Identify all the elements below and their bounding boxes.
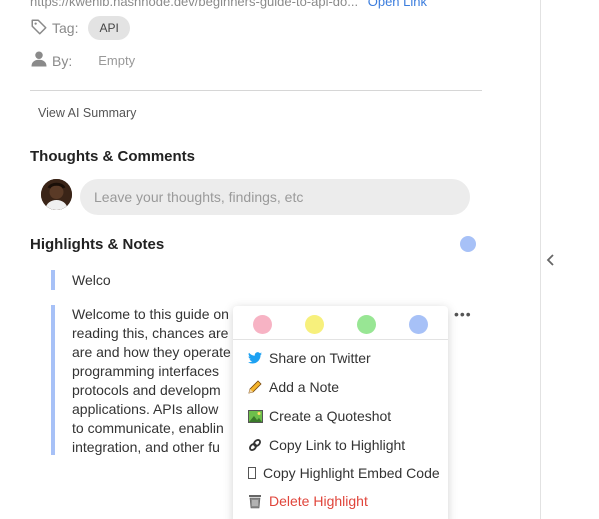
- share-on-twitter-item[interactable]: Share on Twitter: [247, 350, 371, 366]
- highlight-color-dot[interactable]: [460, 236, 476, 252]
- image-icon: [247, 408, 263, 424]
- highlight-line: programming interfaces: [72, 363, 220, 379]
- color-picker: [233, 306, 448, 340]
- tag-label: Tag:: [52, 20, 79, 36]
- open-link[interactable]: Open Link: [368, 0, 427, 9]
- delete-highlight-label: Delete Highlight: [269, 493, 368, 509]
- highlight-text[interactable]: Welco: [72, 272, 111, 288]
- highlights-title: Highlights & Notes: [30, 236, 165, 253]
- twitter-icon: [247, 350, 263, 366]
- highlight-line: to communicate, enablin: [72, 420, 224, 436]
- trash-icon: [247, 493, 263, 509]
- view-ai-summary-button[interactable]: View AI Summary: [38, 106, 136, 120]
- color-option-yellow[interactable]: [305, 315, 324, 334]
- link-icon: [247, 437, 263, 453]
- more-options-icon[interactable]: •••: [454, 306, 472, 322]
- comment-input[interactable]: [80, 179, 470, 215]
- thoughts-title: Thoughts & Comments: [30, 148, 195, 165]
- copy-embed-code-item[interactable]: Copy Highlight Embed Code: [247, 465, 440, 481]
- highlight-line: applications. APIs allow: [72, 401, 219, 417]
- tag-icon: [30, 18, 48, 39]
- pencil-icon: [247, 379, 263, 395]
- highlight-bar: [51, 270, 55, 290]
- user-icon: [30, 50, 48, 71]
- panel-divider: [540, 0, 541, 519]
- delete-highlight-item[interactable]: Delete Highlight: [247, 493, 368, 509]
- article-url-row: https://kwehib.hashnode.dev/beginners-gu…: [30, 0, 427, 9]
- create-quoteshot-label: Create a Quoteshot: [269, 408, 392, 424]
- highlight-context-menu: Share on Twitter Add a Note Create a Quo…: [233, 306, 448, 519]
- create-quoteshot-item[interactable]: Create a Quoteshot: [247, 408, 391, 424]
- highlight-line: protocols and developm: [72, 382, 221, 398]
- avatar: [41, 179, 72, 210]
- copy-link-item[interactable]: Copy Link to Highlight: [247, 437, 405, 453]
- tag-row: Tag: API: [30, 16, 130, 40]
- color-option-green[interactable]: [357, 315, 376, 334]
- chevron-left-icon[interactable]: [543, 250, 557, 270]
- author-row: By: Empty: [30, 50, 135, 71]
- copy-embed-code-label: Copy Highlight Embed Code: [263, 465, 440, 481]
- author-value: Empty: [98, 53, 136, 68]
- copy-link-label: Copy Link to Highlight: [269, 437, 406, 453]
- highlight-line: Welcome to this guide on: [72, 306, 229, 322]
- highlight-line: integration, and other fu: [72, 439, 220, 455]
- highlight-line: are and how they operate: [72, 344, 231, 360]
- divider: [30, 90, 482, 91]
- color-option-blue[interactable]: [409, 315, 428, 334]
- highlight-bar: [51, 305, 55, 455]
- color-option-pink[interactable]: [253, 315, 272, 334]
- add-note-label: Add a Note: [269, 379, 340, 395]
- article-url: https://kwehib.hashnode.dev/beginners-gu…: [30, 0, 359, 9]
- tag-pill[interactable]: API: [88, 16, 130, 40]
- share-on-twitter-label: Share on Twitter: [269, 350, 371, 366]
- code-icon: [247, 465, 257, 481]
- highlight-line: reading this, chances are: [72, 325, 229, 341]
- author-label: By:: [52, 52, 73, 69]
- add-note-item[interactable]: Add a Note: [247, 379, 339, 395]
